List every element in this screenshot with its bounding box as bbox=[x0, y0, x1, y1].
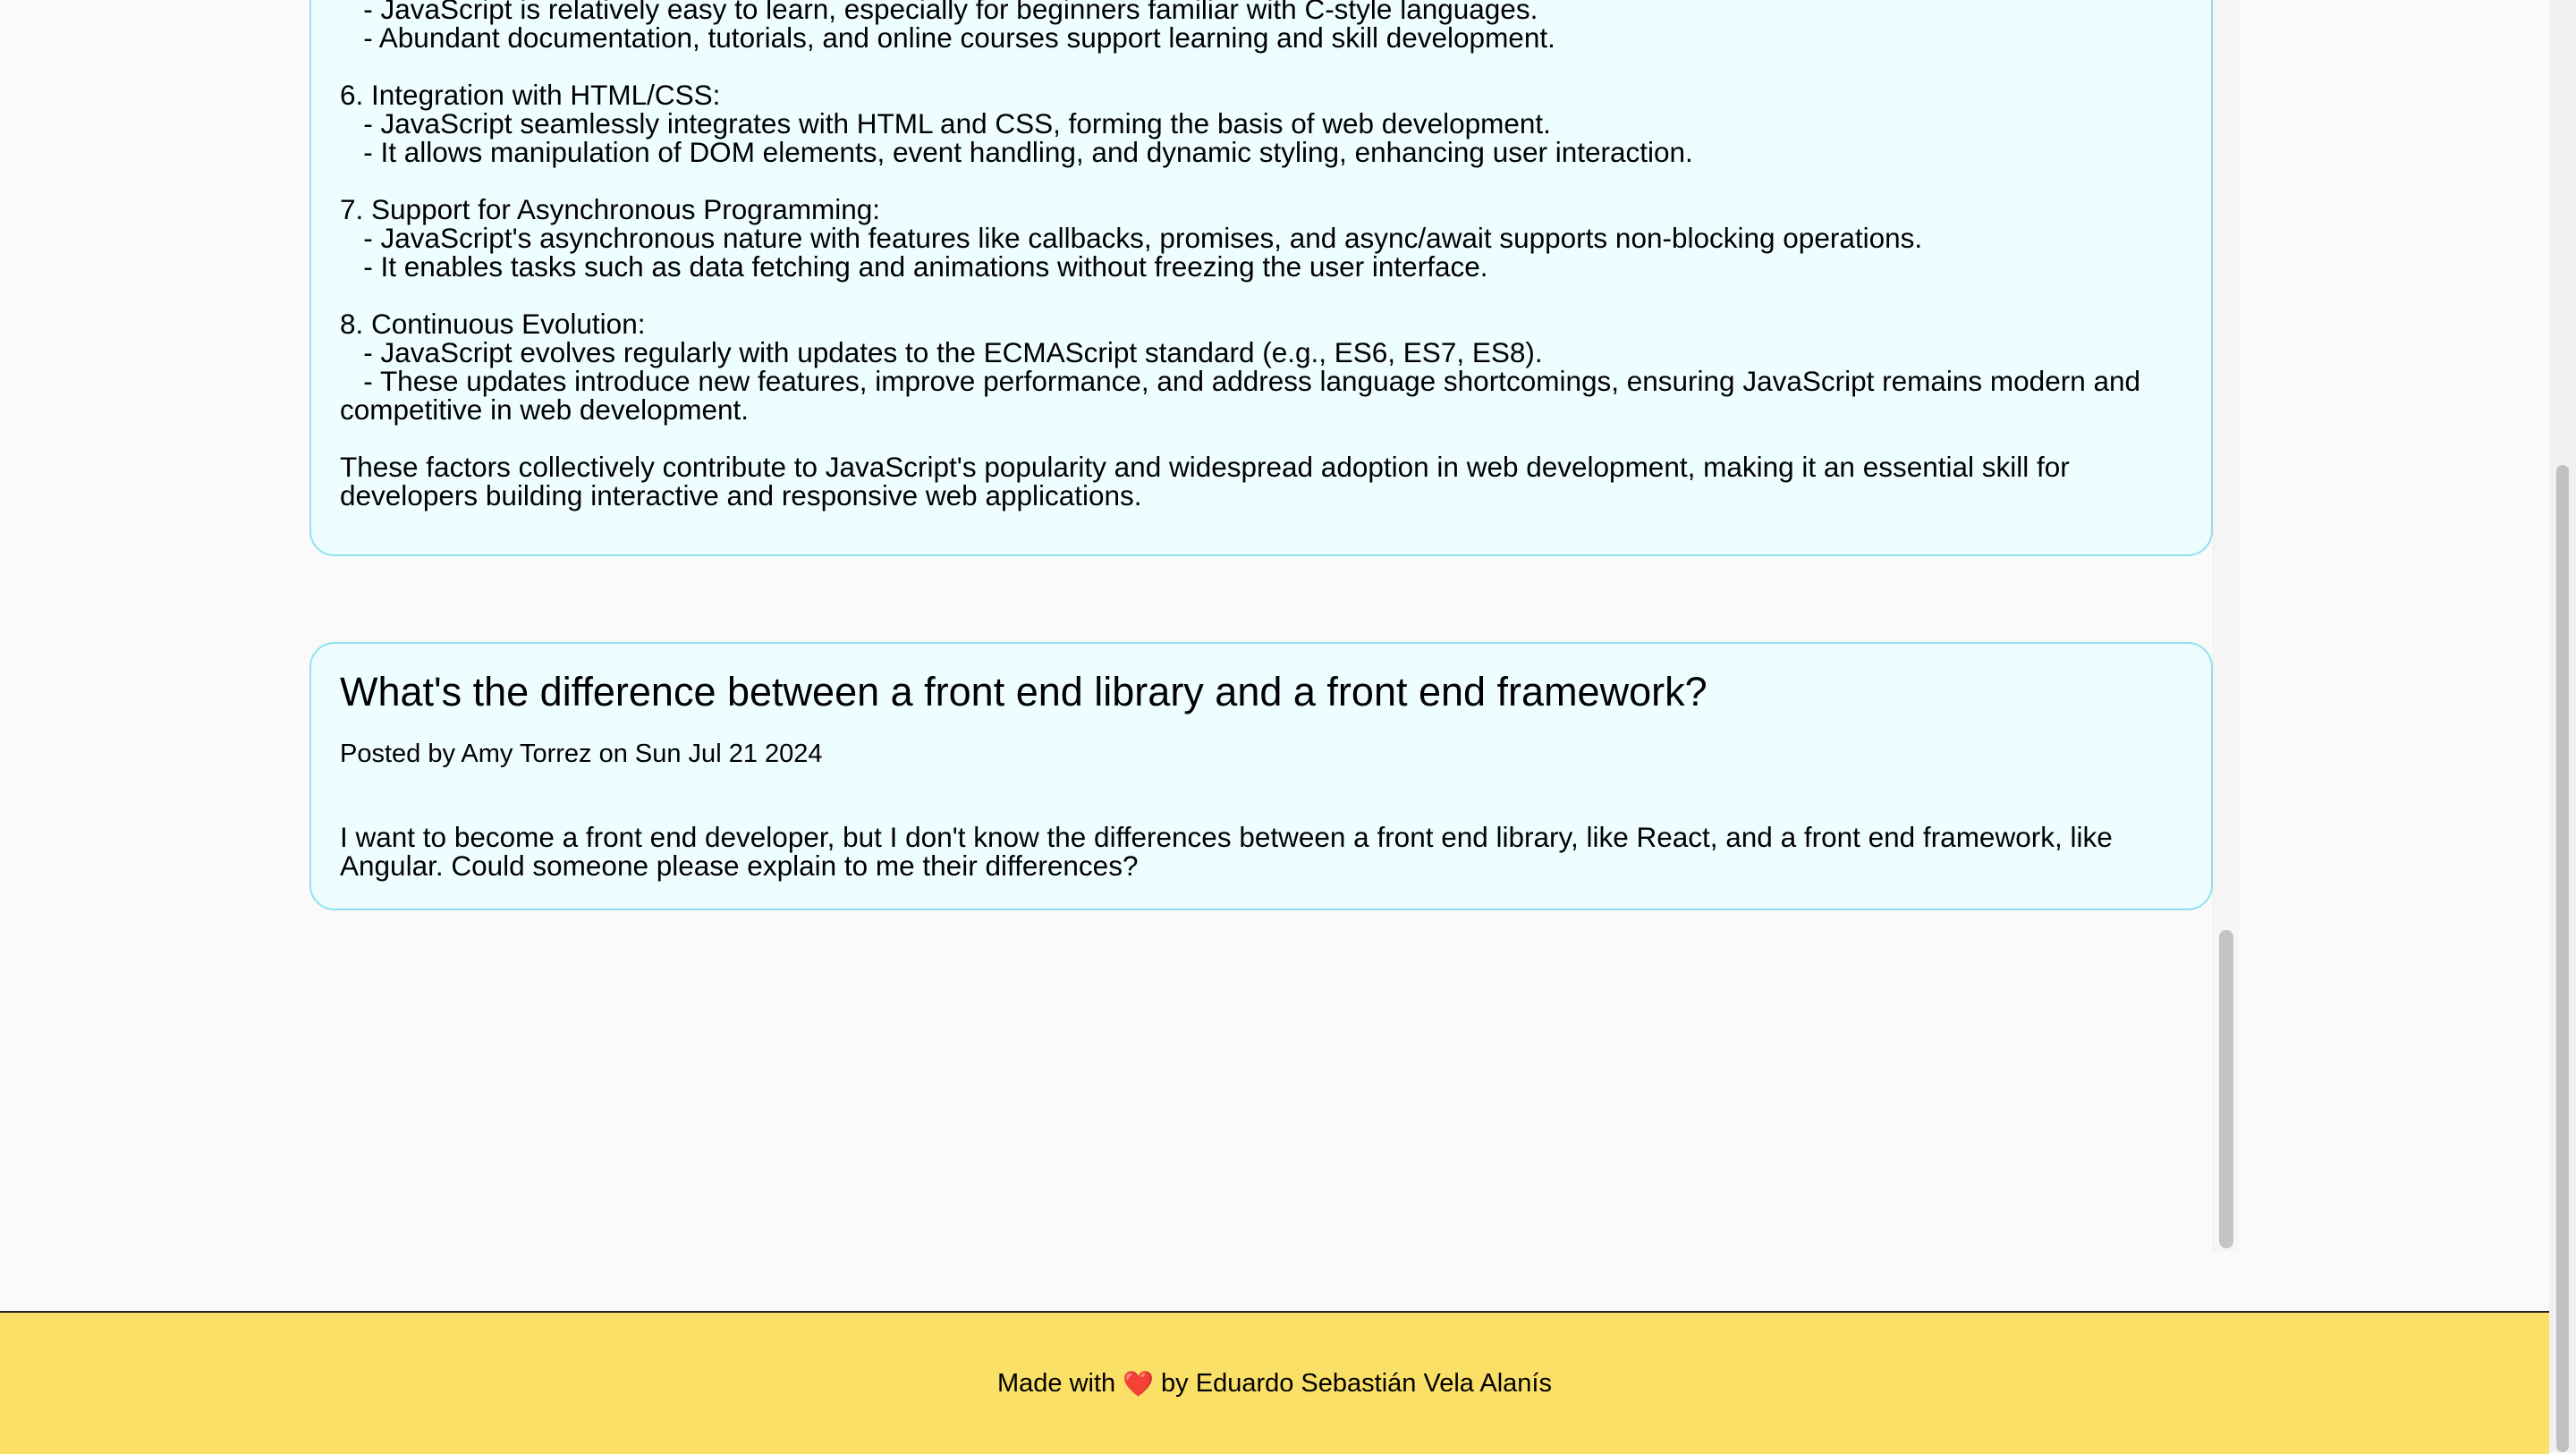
footer: Made with ❤️ by Eduardo Sebastián Vela A… bbox=[0, 1311, 2549, 1454]
footer-credit: by Eduardo Sebastián Vela Alanís bbox=[1161, 1368, 1552, 1398]
post-body: - JavaScript is relatively easy to learn… bbox=[340, 0, 2141, 511]
post-meta: Posted by Amy Torrez on Sun Jul 21 2024 bbox=[340, 740, 823, 768]
post-feed[interactable]: - JavaScript is relatively easy to learn… bbox=[0, 0, 2240, 1252]
post-card: - JavaScript is relatively easy to learn… bbox=[309, 0, 2213, 556]
post-card[interactable]: What's the difference between a front en… bbox=[309, 642, 2213, 910]
page-scrollbar[interactable] bbox=[2549, 0, 2576, 1452]
feed-scrollbar[interactable] bbox=[2213, 0, 2239, 1252]
post-title[interactable]: What's the difference between a front en… bbox=[340, 667, 2184, 717]
post-body: I want to become a front end developer, … bbox=[340, 821, 2119, 882]
feed-scrollbar-thumb[interactable] bbox=[2219, 930, 2233, 1248]
page-scrollbar-thumb[interactable] bbox=[2556, 465, 2569, 1452]
footer-prefix: Made with bbox=[997, 1368, 1116, 1398]
heart-icon: ❤️ bbox=[1123, 1369, 1155, 1398]
